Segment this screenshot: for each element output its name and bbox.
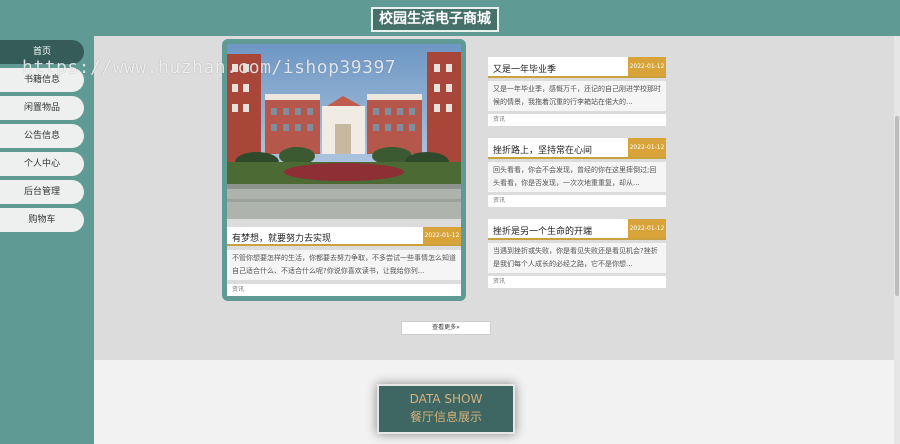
data-show-heading: DATA SHOW (409, 392, 483, 406)
news-date-badge: 2022-01-12 (628, 219, 666, 238)
news-tag: 资讯 (488, 276, 666, 288)
campus-illustration (227, 44, 461, 219)
featured-title-row[interactable]: 有梦想，就要努力去实现 2022-01-12 (227, 227, 461, 246)
featured-news-card[interactable]: 有梦想，就要努力去实现 2022-01-12 不管你想要怎样的生活，你都要去努力… (222, 39, 466, 301)
data-show-subheading: 餐厅信息展示 (409, 410, 482, 424)
news-description: 回头看看，你会不会发现，曾经的你在这里摔倒过;回头看看，你是否发现，一次次地重重… (488, 162, 666, 192)
nav-item-idle-goods[interactable]: 闲置物品 (0, 96, 84, 120)
nav-item-personal-center[interactable]: 个人中心 (0, 152, 84, 176)
featured-tag: 资讯 (227, 284, 461, 296)
news-title: 挫折路上，坚持常在心间 (493, 146, 593, 156)
news-tag: 资讯 (488, 114, 666, 126)
news-description: 又是一年毕业季，感慨万千，还记的自己刚进学校那时候的情景，我拖着沉重的行李箱站在… (488, 81, 666, 111)
news-tag: 资讯 (488, 195, 666, 207)
sidebar: 首页 书籍信息 闲置物品 公告信息 个人中心 后台管理 购物车 (0, 36, 94, 444)
news-title: 挫折是另一个生命的开端 (493, 227, 593, 237)
nav-item-home[interactable]: 首页 (0, 40, 84, 64)
nav-item-books[interactable]: 书籍信息 (0, 68, 84, 92)
site-title: 校园生活电子商城 (371, 7, 499, 32)
campus-building-image (227, 44, 461, 219)
news-title: 又是一年毕业季 (493, 65, 557, 75)
news-title-row[interactable]: 又是一年毕业季 2022-01-12 (488, 57, 666, 78)
news-date-badge: 2022-01-12 (628, 57, 666, 76)
top-header: 校园生活电子商城 (0, 0, 900, 36)
page-scrollbar[interactable] (894, 36, 900, 444)
featured-description: 不管你想要怎样的生活，你都要去努力争取，不多尝试一些事情怎么知道自己适合什么、不… (227, 250, 461, 280)
scrollbar-thumb[interactable] (895, 116, 899, 296)
nav-item-admin[interactable]: 后台管理 (0, 180, 84, 204)
data-show-panel: DATA SHOW 餐厅信息展示 (377, 384, 515, 434)
news-description: 当遇到挫折或失败，你是看见失败还是看见机会?挫折是我们每个人成长的必经之路，它不… (488, 243, 666, 273)
news-title-row[interactable]: 挫折路上，坚持常在心间 2022-01-12 (488, 138, 666, 159)
news-date-badge: 2022-01-12 (628, 138, 666, 157)
view-more-button[interactable]: 查看更多» (401, 321, 491, 335)
featured-title: 有梦想，就要努力去实现 (232, 234, 332, 244)
nav-item-announcements[interactable]: 公告信息 (0, 124, 84, 148)
featured-date-badge: 2022-01-12 (423, 227, 461, 244)
news-title-row[interactable]: 挫折是另一个生命的开端 2022-01-12 (488, 219, 666, 240)
nav-item-cart[interactable]: 购物车 (0, 208, 84, 232)
